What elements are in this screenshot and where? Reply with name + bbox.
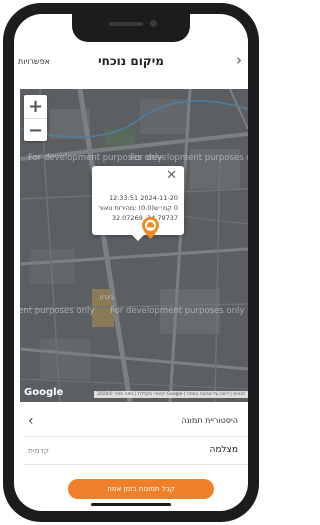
- watermark-text: For development purposes only: [20, 306, 95, 316]
- image-history-label: היסטוריית תמונה: [181, 416, 238, 425]
- zoom-control: + −: [24, 95, 47, 141]
- divider: [24, 464, 248, 465]
- car-marker-icon[interactable]: [142, 217, 159, 239]
- popup-timestamp: 2024-11-20 12:33:51: [108, 194, 178, 202]
- phone-frame: אפשרויות מיקום נוכחי › For development p…: [3, 3, 259, 522]
- header: אפשרויות מיקום נוכחי ›: [14, 50, 248, 74]
- speaker: [109, 22, 143, 26]
- map-attribution[interactable]: קיצורי מקלדת | נתוני מפה ©2024 Google | …: [94, 391, 248, 398]
- image-history-row[interactable]: ‹ היסטוריית תמונה: [14, 412, 248, 434]
- home-indicator: [91, 503, 171, 506]
- chevron-right-icon[interactable]: ›: [236, 52, 242, 68]
- zoom-in-button[interactable]: +: [24, 95, 47, 118]
- notch: [72, 14, 190, 42]
- popup-speed: 0 קמ״ש(0.0) :מהירות טאור: [98, 204, 178, 212]
- camera-label: מצלמה: [209, 445, 238, 455]
- phone-screen: אפשרויות מיקום נוכחי › For development p…: [14, 14, 248, 511]
- map-view[interactable]: For development purposes only For develo…: [20, 89, 248, 402]
- get-live-images-button[interactable]: קבל תמונות בזמן אמת: [68, 479, 214, 499]
- divider: [24, 436, 248, 437]
- camera-row[interactable]: קדמית מצלמה: [14, 442, 248, 462]
- close-icon[interactable]: ✕: [166, 169, 177, 183]
- camera-value: קדמית: [28, 446, 50, 455]
- info-window: ✕ 2024-11-20 12:33:51 0 קמ״ש(0.0) :מהירו…: [92, 166, 184, 241]
- zoom-out-button[interactable]: −: [24, 119, 47, 142]
- chevron-left-icon: ‹: [28, 413, 34, 429]
- watermark-text: For development purposes only: [130, 153, 248, 163]
- google-logo: Google: [24, 387, 64, 398]
- watermark-text: For development purposes only: [110, 306, 245, 316]
- front-camera: [150, 20, 157, 27]
- page-title: מיקום נוכחי: [98, 54, 164, 68]
- street-label: ביגרון: [100, 294, 114, 301]
- map-tiles: [20, 89, 248, 402]
